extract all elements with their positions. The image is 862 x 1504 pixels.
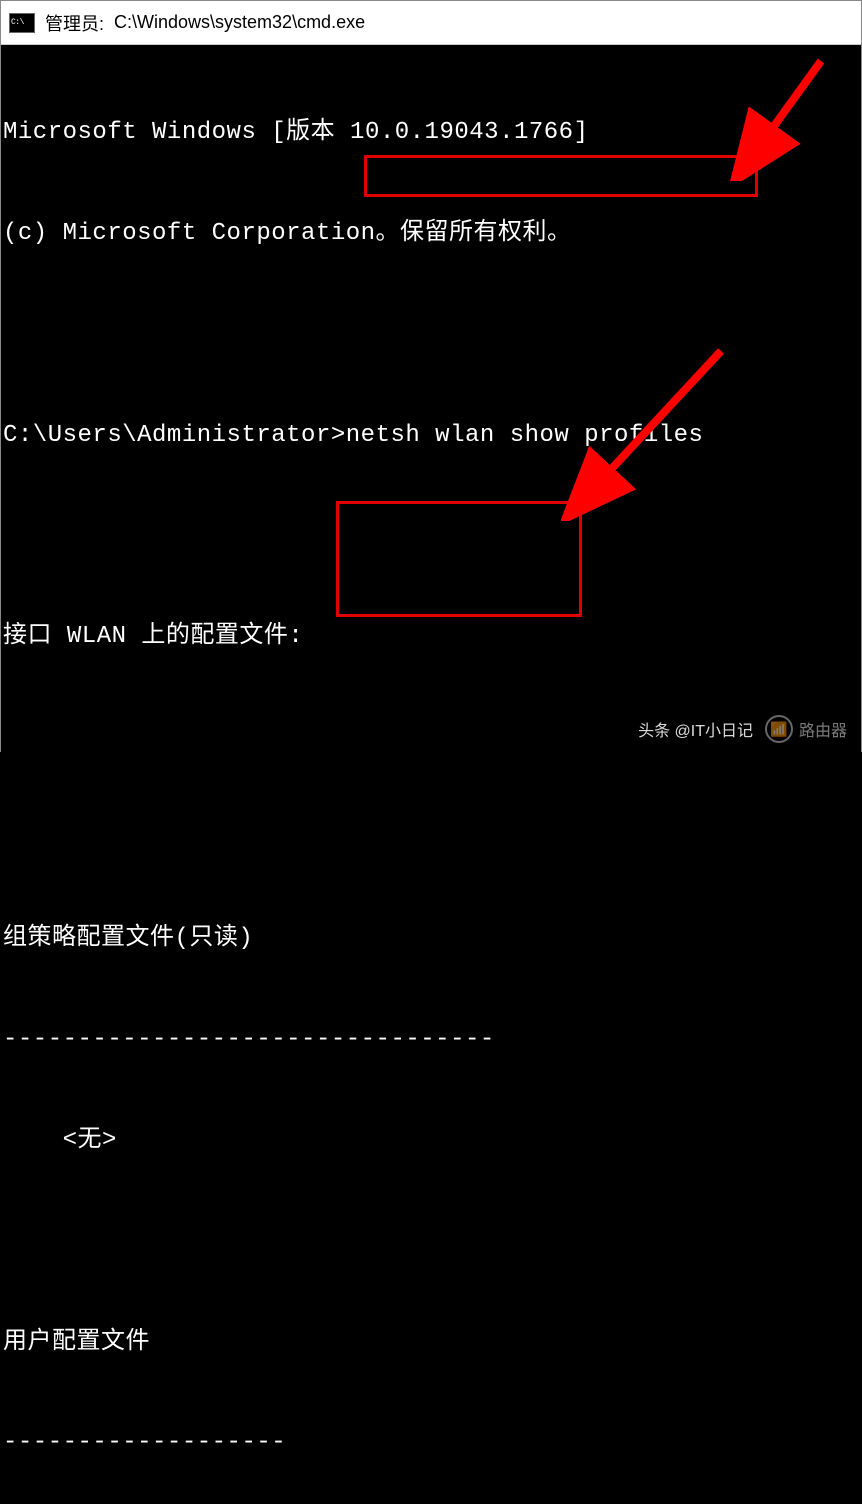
terminal-area[interactable]: Microsoft Windows [版本 10.0.19043.1766] (…: [1, 45, 861, 1504]
cmd-icon: [9, 13, 35, 33]
group-heading: 组策略配置文件(只读): [3, 922, 859, 956]
watermark-text: 头条 @IT小日记: [638, 717, 753, 741]
title-path: C:\Windows\system32\cmd.exe: [114, 12, 365, 33]
none-entry: <无>: [3, 1124, 859, 1158]
blank-line: [3, 1225, 859, 1259]
blank-line: [3, 822, 859, 856]
divider: -------------------: [3, 1426, 859, 1460]
user-heading: 用户配置文件: [3, 1326, 859, 1360]
title-prefix: 管理员:: [45, 10, 104, 36]
prompt-path: C:\Users\Administrator>: [3, 419, 346, 453]
copyright-line: (c) Microsoft Corporation。保留所有权利。: [3, 217, 859, 251]
wifi-icon: 📶: [765, 715, 793, 743]
banner-line: Microsoft Windows [版本 10.0.19043.1766]: [3, 116, 859, 150]
watermark-logo-label: 路由器: [799, 717, 847, 741]
window-titlebar: 管理员: C:\Windows\system32\cmd.exe: [1, 1, 861, 45]
blank-line: [3, 519, 859, 553]
section-heading: 接口 WLAN 上的配置文件:: [3, 620, 859, 654]
blank-line: [3, 318, 859, 352]
divider: ---------------------------------: [3, 1023, 859, 1057]
watermark-logo: 📶 路由器: [765, 715, 847, 743]
prompt-command: netsh wlan show profiles: [346, 419, 704, 453]
watermark: 头条 @IT小日记 📶 路由器: [638, 715, 847, 743]
prompt-line-1: C:\Users\Administrator>netsh wlan show p…: [3, 419, 859, 453]
